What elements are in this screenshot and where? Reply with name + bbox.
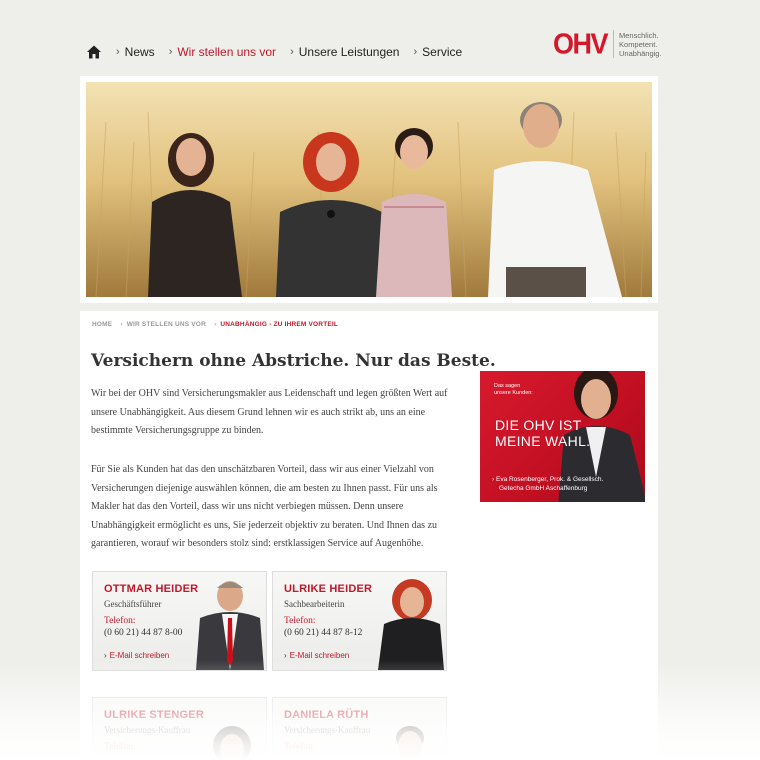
contact-name: ULRIKE STENGER bbox=[104, 709, 204, 721]
main-nav: › News › Wir stellen uns vor › Unsere Le… bbox=[86, 44, 476, 60]
contact-phone-label: Telefon: bbox=[284, 742, 316, 752]
chevron-right-icon: › bbox=[116, 46, 120, 58]
contact-card-ulrike-heider[interactable]: ULRIKE HEIDER Sachbearbeiterin Telefon: … bbox=[272, 571, 447, 671]
page-title: Versichern ohne Abstriche. Nur das Beste… bbox=[91, 351, 496, 371]
chevron-right-icon: › bbox=[413, 46, 418, 58]
contact-card-ottmar-heider[interactable]: OTTMAR HEIDER Geschäftsführer Telefon: (… bbox=[92, 571, 267, 671]
body-paragraph: Für Sie als Kunden hat das den unschätzb… bbox=[91, 464, 438, 549]
email-link[interactable]: › E-Mail schreiben bbox=[104, 651, 169, 660]
testimonial-headline: DIE OHV IST MEINE WAHL. bbox=[495, 417, 591, 449]
logo-tagline: Menschlich. Kompetent. Unabhängig. bbox=[619, 30, 662, 58]
logo-divider bbox=[613, 30, 615, 58]
logo-mark: OHV bbox=[553, 28, 609, 60]
contact-role: Geschäftsführer bbox=[104, 599, 162, 609]
contact-portrait bbox=[213, 726, 251, 760]
testimonial-intro: Das sagen unsere Kunden: bbox=[494, 383, 533, 396]
breadcrumb-wir-stellen-uns-vor[interactable]: WIR STELLEN UNS VOR bbox=[127, 321, 206, 328]
nav-item-wir-stellen-uns-vor[interactable]: › Wir stellen uns vor bbox=[169, 45, 276, 59]
contact-portrait bbox=[196, 581, 264, 670]
home-icon[interactable] bbox=[86, 44, 102, 60]
intro-paragraph: Wir bei der OHV sind Versicherungsmakler… bbox=[91, 388, 448, 436]
nav-item-news[interactable]: › News bbox=[116, 45, 155, 59]
chevron-right-icon: › bbox=[120, 321, 123, 328]
ohv-logo[interactable]: OHV Menschlich. Kompetent. Unabhängig. bbox=[553, 28, 662, 60]
breadcrumb: HOME › WIR STELLEN UNS VOR › UNABHÄNGIG … bbox=[92, 321, 346, 328]
contact-role: Versicherungs-Kauffrau bbox=[284, 725, 371, 735]
contact-role: Versicherungs-Kauffrau bbox=[104, 725, 191, 735]
contact-card-daniela-rueth[interactable]: DANIELA RÜTH Versicherungs-Kauffrau Tele… bbox=[272, 697, 447, 760]
breadcrumb-current: UNABHÄNGIG - ZU IHREM VORTEIL bbox=[220, 321, 339, 328]
contact-role: Sachbearbeiterin bbox=[284, 599, 345, 609]
chevron-right-icon: › bbox=[104, 651, 107, 660]
hero-team-photo bbox=[86, 82, 652, 297]
contact-name: ULRIKE HEIDER bbox=[284, 583, 373, 595]
chevron-right-icon: › bbox=[168, 46, 173, 58]
nav-item-unsere-leistungen[interactable]: › Unsere Leistungen bbox=[290, 45, 399, 59]
testimonial-attribution: › Eva Rosenberger, Prok. & Gesellsch. Ge… bbox=[492, 476, 604, 492]
contact-phone-label: Telefon: bbox=[104, 616, 136, 626]
nav-item-service[interactable]: › Service bbox=[413, 45, 462, 59]
chevron-right-icon: › bbox=[213, 321, 217, 328]
contact-name: DANIELA RÜTH bbox=[284, 709, 369, 721]
email-link[interactable]: › E-Mail schreiben bbox=[284, 651, 349, 660]
breadcrumb-home[interactable]: HOME bbox=[92, 321, 112, 328]
contact-phone: (0 60 21) 44 87 8-12 bbox=[284, 628, 363, 638]
hero-image-frame bbox=[80, 76, 658, 303]
contact-portrait bbox=[396, 726, 424, 760]
chevron-right-icon: › bbox=[290, 46, 294, 58]
contact-phone: (0 60 21) 44 87 8-00 bbox=[104, 628, 183, 638]
site-header: › News › Wir stellen uns vor › Unsere Le… bbox=[0, 0, 760, 80]
customer-testimonial-banner[interactable]: Das sagen unsere Kunden: DIE OHV IST MEI… bbox=[480, 371, 645, 502]
chevron-right-icon: › bbox=[284, 651, 287, 660]
contact-phone-label: Telefon: bbox=[104, 742, 136, 752]
contact-card-ulrike-stenger[interactable]: ULRIKE STENGER Versicherungs-Kauffrau Te… bbox=[92, 697, 267, 760]
contact-portrait bbox=[378, 579, 444, 670]
contact-name: OTTMAR HEIDER bbox=[104, 583, 199, 595]
contact-phone-label: Telefon: bbox=[284, 616, 316, 626]
